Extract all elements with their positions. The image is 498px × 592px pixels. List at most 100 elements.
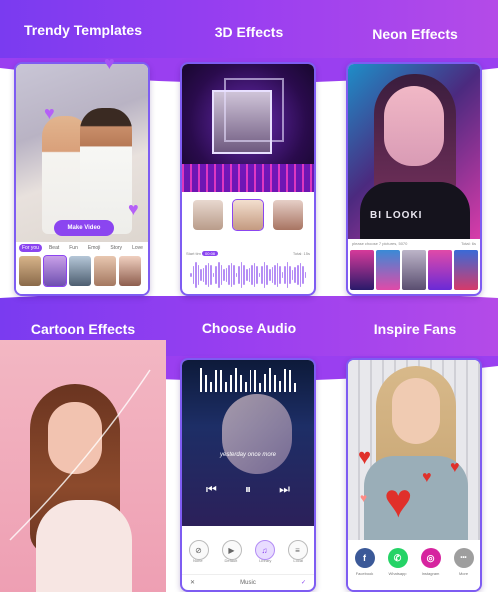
waveform-bar	[294, 267, 296, 283]
tab-emoji[interactable]: Emoji	[85, 244, 104, 252]
neon-floor	[182, 164, 314, 192]
phone-inspire-fans: ♥ ♥ ♥ ♥ ♥ f Facebook ✆ Whatsapp ◎ Instag…	[346, 358, 482, 592]
start-time-pill[interactable]: 00:08	[202, 250, 219, 256]
waveform-bar	[291, 269, 294, 281]
effect-thumb[interactable]	[193, 200, 223, 230]
lyric-text: yesterday once more	[219, 452, 277, 458]
no-music-icon[interactable]: ⊘	[188, 540, 209, 560]
heart-icon: ♥	[384, 475, 413, 528]
neon-thumb[interactable]	[350, 250, 374, 290]
waveform-bar	[276, 263, 279, 287]
waveform-bar	[215, 266, 218, 284]
default-music-icon[interactable]: ▶	[221, 540, 242, 560]
heart-icon: ♥	[128, 199, 139, 219]
waveform-bar	[202, 267, 205, 283]
equalizer-bar	[219, 369, 222, 392]
face-shape	[222, 394, 292, 474]
equalizer-bar	[254, 370, 257, 392]
equalizer-bar	[204, 374, 207, 392]
waveform-bar	[190, 273, 192, 277]
whatsapp-share[interactable]: ✆ Whatsapp	[384, 548, 412, 576]
waveform-bar	[271, 267, 274, 283]
equalizer-bar	[279, 381, 282, 392]
equalizer-bar	[214, 369, 217, 392]
instagram-share[interactable]: ◎ Instagram	[417, 548, 445, 576]
equalizer-bar	[244, 381, 247, 392]
caption-cartoon-effects: Cartoon Effects	[30, 321, 136, 337]
close-icon[interactable]: ✕	[190, 579, 195, 586]
make-video-button[interactable]: Make Video	[54, 220, 114, 236]
template-category-tabs: For you Beat Fun Emoji Story Love	[16, 242, 148, 254]
local-music-icon[interactable]: ≡	[287, 540, 308, 560]
cube-effect-preview	[182, 64, 314, 192]
tab-beat[interactable]: Beat	[46, 244, 62, 252]
man-figure	[80, 108, 132, 234]
phone-choose-audio: yesterday once more ⏮ ⏸ ⏭ ⊘ ▶ ♫ ≡ None D…	[180, 358, 316, 592]
check-icon[interactable]: ✓	[301, 579, 306, 586]
cube-back-face	[224, 78, 284, 142]
equalizer-bar	[229, 374, 232, 392]
more-icon: •••	[453, 548, 474, 568]
caption-neon-effects: Neon Effects	[372, 26, 458, 42]
effect-thumb[interactable]	[273, 200, 303, 230]
equalizer-bar	[264, 374, 267, 392]
waveform-bar	[230, 263, 233, 287]
waveform-bar	[205, 265, 207, 285]
music-footer: ✕ Music ✓	[182, 574, 314, 590]
template-thumb[interactable]	[119, 256, 141, 286]
neon-thumb[interactable]	[454, 250, 478, 290]
template-thumb[interactable]	[43, 255, 67, 287]
audio-waveform[interactable]	[190, 262, 307, 288]
local-label: Local	[293, 558, 303, 563]
music-title: Music	[240, 579, 256, 586]
neon-thumb[interactable]	[376, 250, 400, 290]
caption-3d-effects: 3D Effects	[214, 24, 284, 40]
more-share[interactable]: ••• More	[450, 548, 478, 576]
facebook-share[interactable]: f Facebook	[351, 548, 379, 576]
whatsapp-label: Whatsapp	[388, 571, 407, 576]
neon-thumb[interactable]	[402, 250, 426, 290]
waveform-bar	[200, 268, 202, 281]
library-label: Library	[259, 558, 272, 563]
audio-source-labels: None Default Library Local	[182, 558, 314, 563]
instagram-icon: ◎	[420, 548, 441, 568]
library-music-icon[interactable]: ♫	[254, 540, 275, 560]
waveform-bar	[218, 262, 220, 288]
neon-thumb[interactable]	[428, 250, 452, 290]
tab-fun[interactable]: Fun	[66, 244, 81, 252]
start-time-label: Start tim	[186, 250, 201, 256]
effect-thumb[interactable]	[232, 199, 264, 231]
waveform-bar	[210, 265, 212, 285]
share-bar: f Facebook ✆ Whatsapp ◎ Instagram ••• Mo…	[348, 542, 480, 590]
equalizer-bar	[239, 375, 242, 392]
equalizer-bar	[200, 368, 202, 392]
template-thumb[interactable]	[94, 256, 116, 286]
template-thumb[interactable]	[19, 256, 41, 286]
more-label: More	[458, 571, 469, 576]
face-shape	[384, 86, 444, 166]
template-thumb[interactable]	[69, 256, 91, 286]
trim-info: Start tim 00:08 Total: 15s	[186, 248, 310, 258]
heart-icon: ♥	[358, 444, 372, 469]
heart-icon: ♥	[104, 53, 115, 73]
equalizer-bar	[209, 381, 212, 392]
instagram-label: Instagram	[421, 571, 440, 576]
tab-love[interactable]: Love	[129, 244, 146, 252]
waveform-bar	[233, 265, 235, 285]
previous-icon[interactable]: ⏮	[206, 482, 217, 497]
tab-for-you[interactable]: For you	[19, 244, 42, 252]
waveform-bar	[212, 272, 215, 278]
pause-icon[interactable]: ⏸	[245, 482, 251, 497]
waveform-bar	[299, 263, 302, 287]
equalizer-bar	[274, 375, 277, 392]
waveform-bar	[268, 269, 271, 281]
caption-choose-audio: Choose Audio	[201, 320, 297, 336]
choose-pictures-hint: please choose 7 pictures, 5070	[352, 241, 408, 246]
equalizer-bars	[200, 366, 297, 392]
next-icon[interactable]: ⏭	[279, 482, 290, 497]
tab-story[interactable]: Story	[107, 244, 125, 252]
waveform-bar	[281, 272, 284, 278]
phone-neon-effects: BI LOOKI please choose 7 pictures, 5070 …	[346, 62, 482, 296]
none-label: None	[192, 558, 203, 563]
waveform-bar	[263, 262, 266, 288]
